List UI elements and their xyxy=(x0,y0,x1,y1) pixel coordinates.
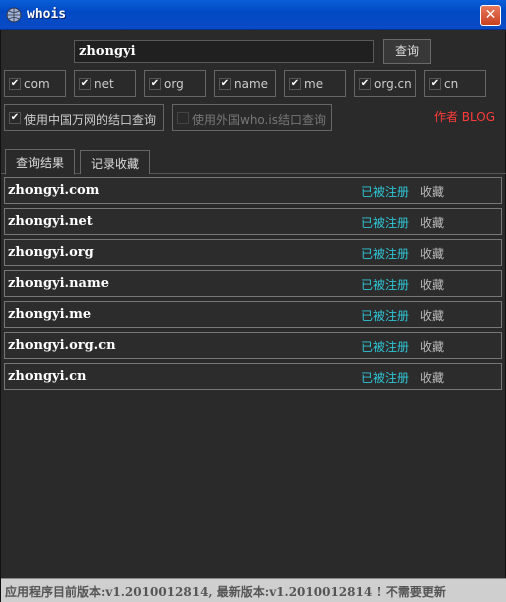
tld-label: org xyxy=(164,77,184,91)
check-icon: ✔ xyxy=(9,78,21,90)
author-blog-link[interactable]: 作者 BLOG xyxy=(434,108,495,125)
option-label: 使用外国who.is结口查询 xyxy=(192,113,326,127)
favorite-button[interactable]: 收藏 xyxy=(420,183,444,200)
check-icon: ✔ xyxy=(149,78,161,90)
result-status[interactable]: 已被注册 xyxy=(361,214,409,231)
result-status[interactable]: 已被注册 xyxy=(361,183,409,200)
close-button[interactable]: ✕ xyxy=(480,5,501,26)
tld-label: cn xyxy=(444,77,459,91)
option-label: 使用中国万网的结口查询 xyxy=(24,113,157,127)
result-status[interactable]: 已被注册 xyxy=(361,307,409,324)
check-icon: ✔ xyxy=(79,78,91,90)
result-row: zhongyi.cn 已被注册 收藏 xyxy=(4,363,502,390)
result-status[interactable]: 已被注册 xyxy=(361,276,409,293)
result-status[interactable]: 已被注册 xyxy=(361,245,409,262)
title-bar: whois ✕ xyxy=(0,0,506,30)
result-row: zhongyi.me 已被注册 收藏 xyxy=(4,301,502,328)
results-list: zhongyi.com 已被注册 收藏 zhongyi.net 已被注册 收藏 … xyxy=(4,177,502,394)
result-domain: zhongyi.org xyxy=(8,245,94,260)
favorite-button[interactable]: 收藏 xyxy=(420,307,444,324)
result-domain: zhongyi.org.cn xyxy=(8,338,116,353)
result-row: zhongyi.org.cn 已被注册 收藏 xyxy=(4,332,502,359)
tab-divider xyxy=(1,173,506,174)
tld-label: name xyxy=(234,77,269,91)
result-row: zhongyi.name 已被注册 收藏 xyxy=(4,270,502,297)
result-domain: zhongyi.com xyxy=(8,183,100,198)
query-button[interactable]: 查询 xyxy=(383,39,431,64)
check-icon: ✔ xyxy=(219,78,231,90)
window-title: whois xyxy=(27,7,67,22)
whois-globe-icon xyxy=(6,7,22,23)
tld-label: com xyxy=(24,77,50,91)
check-icon: ✔ xyxy=(359,78,371,90)
favorite-button[interactable]: 收藏 xyxy=(420,214,444,231)
china-api-checkbox[interactable]: ✔ 使用中国万网的结口查询 xyxy=(4,104,164,131)
tld-checkbox-org-cn[interactable]: ✔ org.cn xyxy=(354,70,416,97)
favorite-button[interactable]: 收藏 xyxy=(420,338,444,355)
result-domain: zhongyi.me xyxy=(8,307,92,322)
favorite-button[interactable]: 收藏 xyxy=(420,369,444,386)
foreign-api-checkbox[interactable]: 使用外国who.is结口查询 xyxy=(172,104,332,131)
tld-label: org.cn xyxy=(374,77,412,91)
check-icon: ✔ xyxy=(9,112,21,124)
result-domain: zhongyi.name xyxy=(8,276,109,291)
result-domain: zhongyi.net xyxy=(8,214,93,229)
tab-results[interactable]: 查询结果 xyxy=(5,149,76,175)
result-row: zhongyi.org 已被注册 收藏 xyxy=(4,239,502,266)
result-domain: zhongyi.cn xyxy=(8,369,87,384)
check-icon: ✔ xyxy=(429,78,441,90)
tld-label: me xyxy=(304,77,324,91)
result-row: zhongyi.net 已被注册 收藏 xyxy=(4,208,502,235)
favorite-button[interactable]: 收藏 xyxy=(420,245,444,262)
unchecked-box-icon xyxy=(177,112,189,124)
search-input[interactable] xyxy=(74,40,374,63)
tld-label: net xyxy=(94,77,114,91)
close-icon: ✕ xyxy=(484,7,497,23)
result-status[interactable]: 已被注册 xyxy=(361,338,409,355)
tld-checkbox-cn[interactable]: ✔ cn xyxy=(424,70,486,97)
tld-checkbox-me[interactable]: ✔ me xyxy=(284,70,346,97)
main-panel: 查询 ✔ com ✔ net ✔ org ✔ name ✔ me ✔ org.c… xyxy=(0,30,506,602)
tld-checkbox-name[interactable]: ✔ name xyxy=(214,70,276,97)
status-bar: 应用程序目前版本:v1.2010012814, 最新版本:v1.20100128… xyxy=(1,578,506,602)
tab-favorites[interactable]: 记录收藏 xyxy=(80,150,151,174)
result-row: zhongyi.com 已被注册 收藏 xyxy=(4,177,502,204)
tld-checkbox-net[interactable]: ✔ net xyxy=(74,70,136,97)
favorite-button[interactable]: 收藏 xyxy=(420,276,444,293)
result-status[interactable]: 已被注册 xyxy=(361,369,409,386)
tld-checkbox-com[interactable]: ✔ com xyxy=(4,70,66,97)
check-icon: ✔ xyxy=(289,78,301,90)
tld-checkbox-org[interactable]: ✔ org xyxy=(144,70,206,97)
